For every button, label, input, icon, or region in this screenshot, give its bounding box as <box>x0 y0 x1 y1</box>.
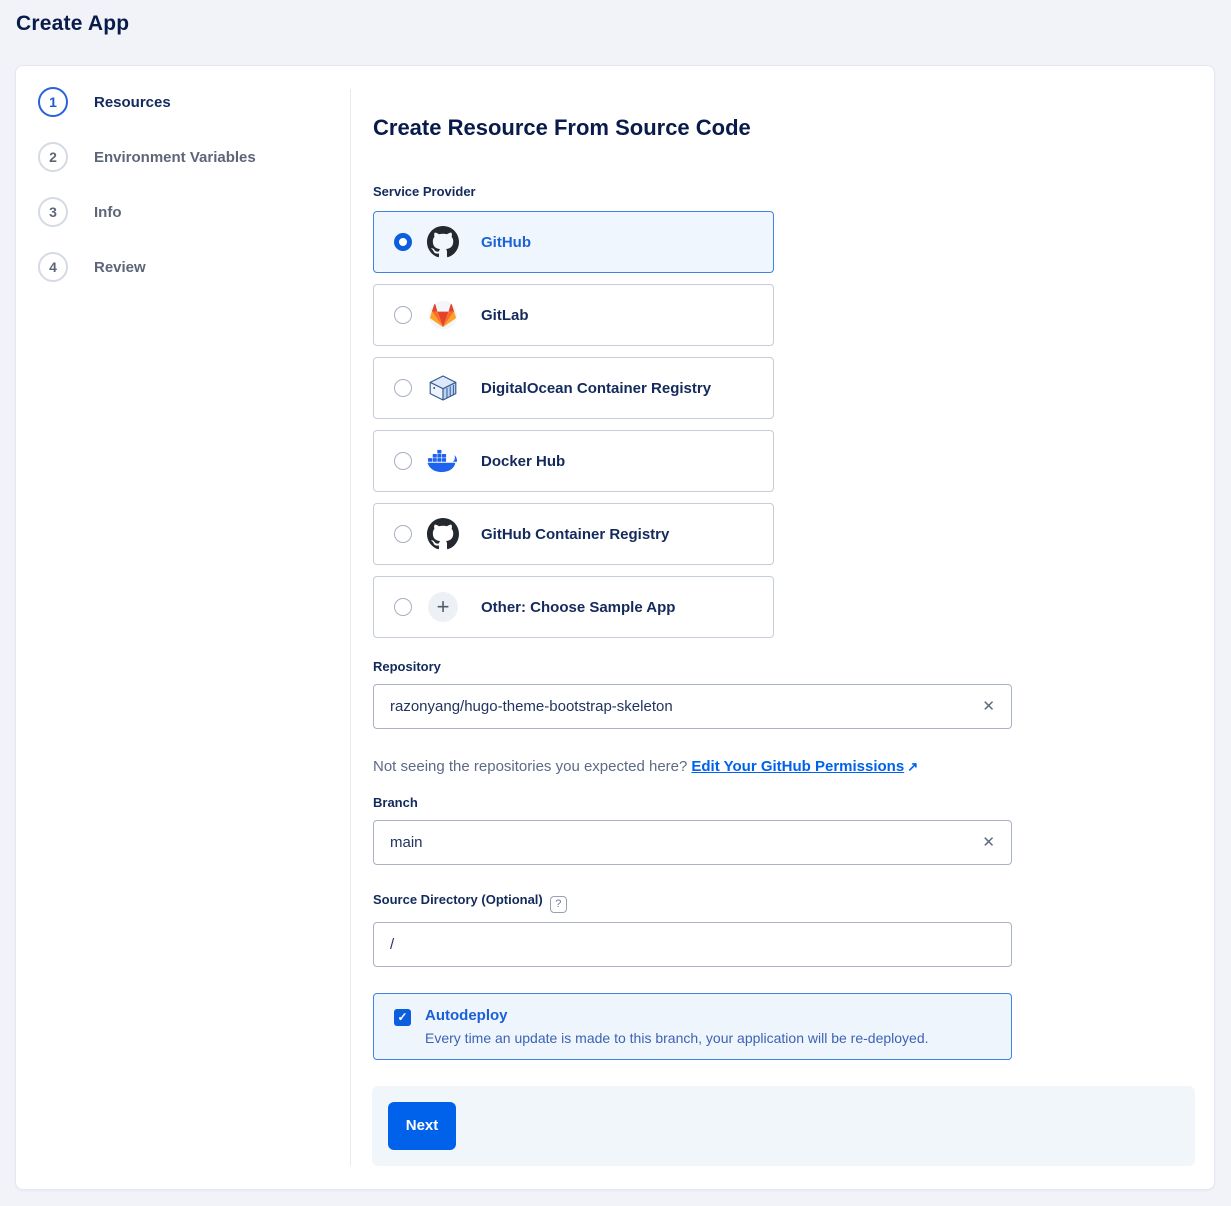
service-provider-options: GitHub GitLab <box>373 211 774 638</box>
digitalocean-registry-icon <box>427 372 459 404</box>
resource-form: Create Resource From Source Code Service… <box>350 66 1214 1189</box>
provider-label: GitHub <box>481 234 531 251</box>
provider-option-digitalocean-container-registry[interactable]: DigitalOcean Container Registry <box>373 357 774 419</box>
autodeploy-label: Autodeploy <box>425 1007 929 1025</box>
source-directory-input-wrapper <box>373 922 1012 967</box>
autodeploy-callout: ✓ Autodeploy Every time an update is mad… <box>373 993 1012 1060</box>
edit-github-permissions-link[interactable]: Edit Your GitHub Permissions <box>691 758 904 775</box>
step-label: Environment Variables <box>94 149 256 166</box>
radio-button <box>394 525 412 543</box>
step-item-review[interactable]: 4 Review <box>16 252 350 282</box>
autodeploy-checkbox[interactable]: ✓ <box>394 1009 411 1026</box>
radio-button <box>394 233 412 251</box>
step-label: Review <box>94 259 146 276</box>
provider-label: Docker Hub <box>481 453 565 470</box>
clear-icon[interactable]: ✕ <box>974 699 995 714</box>
provider-option-github-container-registry[interactable]: GitHub Container Registry <box>373 503 774 565</box>
radio-button <box>394 452 412 470</box>
provider-option-docker-hub[interactable]: Docker Hub <box>373 430 774 492</box>
step-number-badge: 2 <box>38 142 68 172</box>
branch-input-wrapper: ✕ <box>373 820 1012 865</box>
footer-bar: Next <box>372 1086 1195 1166</box>
page-title: Create App <box>16 12 129 36</box>
step-item-resources[interactable]: 1 Resources <box>16 87 350 117</box>
radio-button <box>394 379 412 397</box>
source-directory-section: Source Directory (Optional)? <box>373 892 1214 967</box>
radio-button <box>394 306 412 324</box>
provider-option-gitlab[interactable]: GitLab <box>373 284 774 346</box>
source-directory-label: Source Directory (Optional)? <box>373 892 1214 913</box>
provider-label: GitLab <box>481 307 529 324</box>
permissions-help-question: Not seeing the repositories you expected… <box>373 758 687 775</box>
external-link-icon: ↗ <box>907 759 918 775</box>
help-icon[interactable]: ? <box>550 896 567 913</box>
repository-input[interactable] <box>390 698 974 715</box>
step-item-environment-variables[interactable]: 2 Environment Variables <box>16 142 350 172</box>
docker-icon <box>427 445 459 477</box>
github-icon <box>427 226 459 258</box>
permissions-help-text: Not seeing the repositories you expected… <box>373 758 1214 775</box>
stepper: 1 Resources 2 Environment Variables 3 In… <box>16 66 350 1189</box>
branch-input[interactable] <box>390 834 974 851</box>
source-directory-input[interactable] <box>390 936 995 953</box>
radio-button <box>394 598 412 616</box>
repository-field-label: Repository <box>373 659 1214 675</box>
repository-input-wrapper: ✕ <box>373 684 1012 729</box>
provider-label: Other: Choose Sample App <box>481 599 675 616</box>
gitlab-icon <box>427 299 459 331</box>
provider-label: GitHub Container Registry <box>481 526 669 543</box>
step-number-badge: 4 <box>38 252 68 282</box>
branch-section: Branch ✕ <box>373 795 1214 865</box>
plus-icon: + <box>427 591 459 623</box>
branch-field-label: Branch <box>373 795 1214 811</box>
step-label: Info <box>94 204 122 221</box>
provider-option-github[interactable]: GitHub <box>373 211 774 273</box>
autodeploy-description: Every time an update is made to this bra… <box>425 1030 929 1047</box>
content-heading: Create Resource From Source Code <box>373 114 1214 142</box>
step-number-badge: 3 <box>38 197 68 227</box>
step-item-info[interactable]: 3 Info <box>16 197 350 227</box>
provider-option-other-sample-app[interactable]: + Other: Choose Sample App <box>373 576 774 638</box>
next-button[interactable]: Next <box>388 1102 456 1150</box>
create-app-card: 1 Resources 2 Environment Variables 3 In… <box>15 65 1215 1190</box>
provider-label: DigitalOcean Container Registry <box>481 380 711 397</box>
step-label: Resources <box>94 94 171 111</box>
clear-icon[interactable]: ✕ <box>974 835 995 850</box>
repository-section: Repository ✕ <box>373 659 1214 729</box>
github-icon <box>427 518 459 550</box>
stepper-content-divider <box>350 89 351 1166</box>
step-number-badge: 1 <box>38 87 68 117</box>
service-provider-label: Service Provider <box>373 184 1214 200</box>
